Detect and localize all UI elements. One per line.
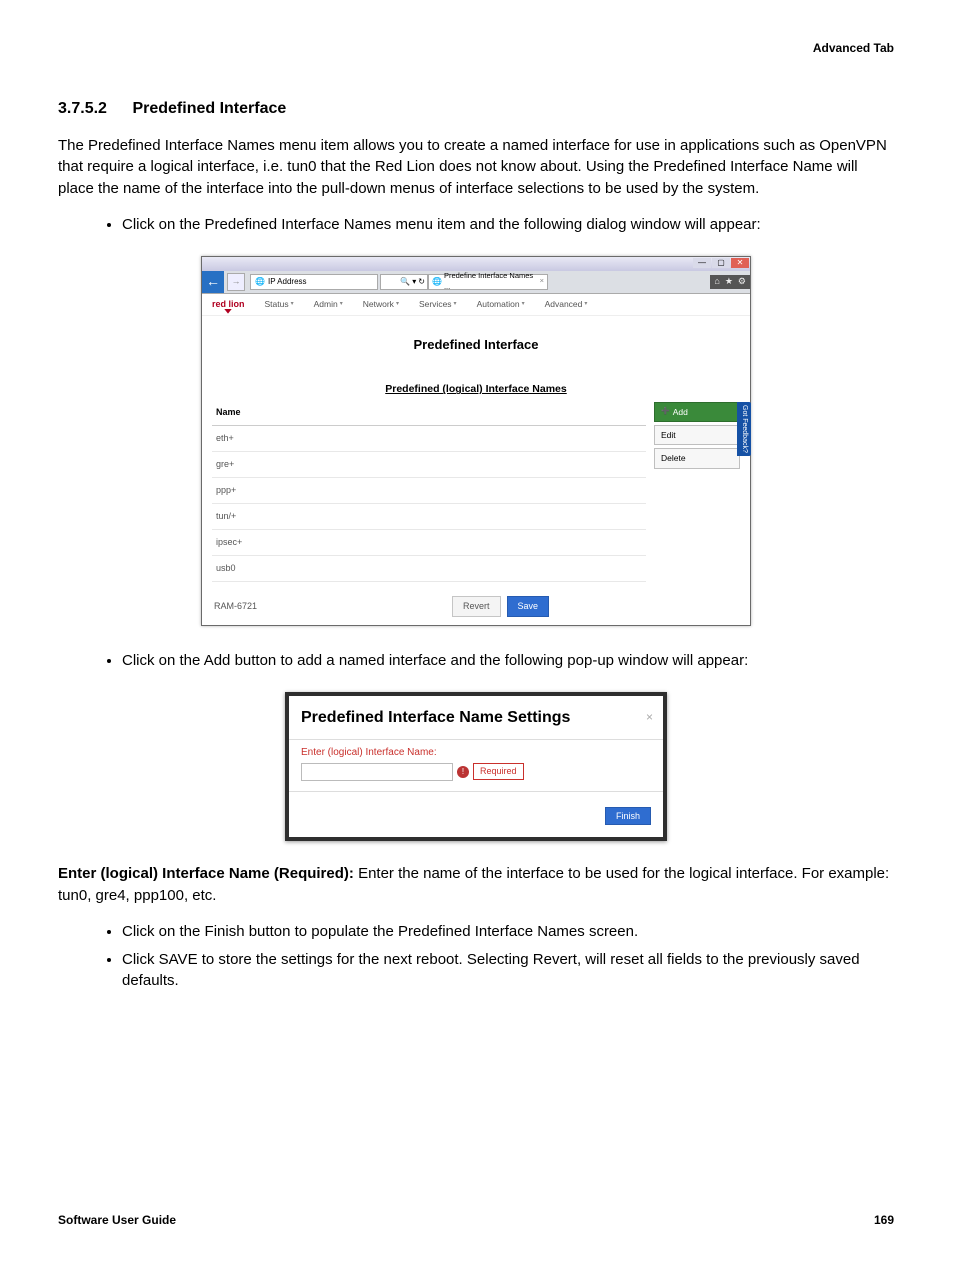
- instruction-list-1: Click on the Predefined Interface Names …: [58, 214, 894, 236]
- section-heading: 3.7.5.2 Predefined Interface: [58, 97, 894, 120]
- screenshot-browser-window: — ▢ ✕ ← → IP Address 🔍 ▾ ↻ Predefine Int…: [201, 256, 751, 626]
- maximize-icon[interactable]: ▢: [712, 258, 730, 268]
- save-button[interactable]: Save: [507, 596, 550, 617]
- app-footer: RAM-6721 Revert Save: [202, 588, 750, 625]
- address-text: IP Address: [268, 276, 307, 288]
- refresh-icon: ↻: [418, 276, 425, 288]
- page-footer: Software User Guide 169: [58, 1212, 894, 1229]
- finish-button[interactable]: Finish: [605, 807, 651, 825]
- table-row[interactable]: usb0: [212, 556, 646, 582]
- home-icon[interactable]: ⌂: [714, 275, 719, 288]
- search-refresh-box[interactable]: 🔍 ▾ ↻: [380, 274, 428, 290]
- browser-chrome: ← → IP Address 🔍 ▾ ↻ Predefine Interface…: [202, 271, 750, 294]
- app-menu-bar: red lion Status Admin Network Services A…: [202, 294, 750, 316]
- table-row[interactable]: tun/+: [212, 504, 646, 530]
- favorite-icon[interactable]: ★: [725, 275, 733, 288]
- instruction-item: Click on the Predefined Interface Names …: [122, 214, 894, 236]
- window-controls: — ▢ ✕: [202, 257, 750, 271]
- menu-services[interactable]: Services: [419, 298, 457, 310]
- app-page-title: Predefined Interface: [202, 336, 750, 355]
- brand-logo: red lion: [212, 298, 245, 311]
- browser-toolbar-icons: ⌂ ★ ⚙: [710, 275, 750, 289]
- input-row: ! Required: [301, 763, 651, 781]
- required-badge: Required: [473, 763, 524, 780]
- page-header-section: Advanced Tab: [58, 40, 894, 57]
- address-bar[interactable]: IP Address: [250, 274, 378, 290]
- menu-status[interactable]: Status: [265, 298, 294, 310]
- dialog-body: Enter (logical) Interface Name: ! Requir…: [289, 739, 663, 791]
- menu-network[interactable]: Network: [363, 298, 399, 310]
- app-body: Name eth+ gre+ ppp+ tun/+ ipsec+ usb0 Ad…: [202, 400, 750, 588]
- delete-button[interactable]: Delete: [654, 448, 740, 468]
- gear-icon[interactable]: ⚙: [738, 275, 746, 288]
- dialog-close-icon[interactable]: ×: [646, 709, 653, 726]
- back-button[interactable]: ←: [202, 271, 224, 293]
- tab-title: Predefine Interface Names ...: [444, 271, 538, 293]
- globe-icon: [255, 276, 265, 288]
- edit-button[interactable]: Edit: [654, 425, 740, 445]
- settings-dialog: Predefined Interface Name Settings × Ent…: [285, 692, 667, 841]
- search-icon: 🔍: [400, 276, 410, 288]
- warning-icon: !: [457, 766, 469, 778]
- instruction-item: Click on the Add button to add a named i…: [122, 650, 894, 672]
- instruction-list-3: Click on the Finish button to populate t…: [58, 921, 894, 992]
- intro-paragraph: The Predefined Interface Names menu item…: [58, 135, 894, 200]
- interface-table: Name eth+ gre+ ppp+ tun/+ ipsec+ usb0: [212, 400, 646, 582]
- table-row[interactable]: ppp+: [212, 478, 646, 504]
- revert-button[interactable]: Revert: [452, 596, 501, 617]
- dialog-title: Predefined Interface Name Settings: [301, 706, 646, 729]
- feedback-tab[interactable]: Got Feedback?: [737, 402, 751, 456]
- close-icon[interactable]: ✕: [731, 258, 749, 268]
- instruction-item: Click SAVE to store the settings for the…: [122, 949, 894, 993]
- menu-advanced[interactable]: Advanced: [545, 298, 588, 310]
- tab-favicon-icon: [432, 276, 442, 288]
- field-desc-bold: Enter (logical) Interface Name (Required…: [58, 865, 358, 882]
- minimize-icon[interactable]: —: [693, 258, 711, 268]
- table-row[interactable]: gre+: [212, 452, 646, 478]
- interface-name-input[interactable]: [301, 763, 453, 781]
- side-button-panel: Add Edit Delete: [646, 400, 740, 582]
- dialog-footer: Finish: [289, 791, 663, 838]
- section-number: 3.7.5.2: [58, 97, 128, 120]
- add-button[interactable]: Add: [654, 402, 740, 422]
- device-model: RAM-6721: [214, 600, 257, 613]
- table-row[interactable]: ipsec+: [212, 530, 646, 556]
- menu-automation[interactable]: Automation: [477, 298, 525, 310]
- footer-page-number: 169: [874, 1212, 894, 1229]
- section-title: Predefined Interface: [132, 100, 286, 117]
- instruction-list-2: Click on the Add button to add a named i…: [58, 650, 894, 672]
- menu-admin[interactable]: Admin: [314, 298, 343, 310]
- column-header-name: Name: [212, 400, 646, 426]
- table-row[interactable]: eth+: [212, 426, 646, 452]
- table-subtitle: Predefined (logical) Interface Names: [202, 382, 750, 397]
- tab-close-icon[interactable]: ×: [540, 276, 544, 287]
- dialog-header: Predefined Interface Name Settings ×: [289, 696, 663, 733]
- interface-name-label: Enter (logical) Interface Name:: [301, 746, 651, 761]
- forward-button[interactable]: →: [227, 273, 245, 291]
- browser-tab[interactable]: Predefine Interface Names ... ×: [428, 274, 548, 290]
- footer-left: Software User Guide: [58, 1212, 176, 1229]
- dropdown-icon: ▾: [412, 276, 416, 288]
- field-description: Enter (logical) Interface Name (Required…: [58, 863, 894, 907]
- instruction-item: Click on the Finish button to populate t…: [122, 921, 894, 943]
